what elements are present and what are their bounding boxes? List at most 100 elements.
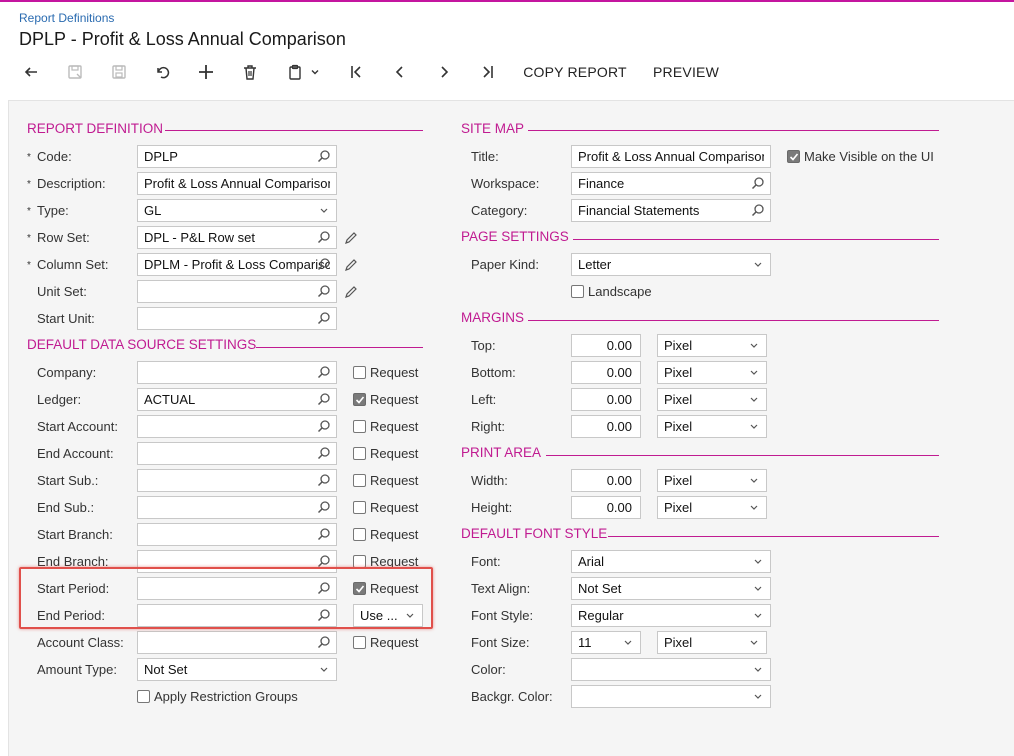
chevron-down-icon[interactable] [751,662,766,677]
chevron-down-icon[interactable] [751,689,766,704]
preview-button[interactable]: PREVIEW [650,58,722,86]
chevron-down-icon[interactable] [751,581,766,596]
margin-bottom-input[interactable]: 0.00 [571,361,641,384]
margin-right-input[interactable]: 0.00 [571,415,641,438]
undo-button[interactable] [149,58,175,86]
edit-row-set-pencil-icon[interactable] [344,231,358,245]
account-class-request-checkbox[interactable]: Request [353,635,418,650]
end-account-input[interactable] [137,442,337,465]
make-visible-checkbox[interactable]: Make Visible on the UI [787,149,934,164]
chevron-down-icon[interactable] [747,392,762,407]
category-input[interactable]: Financial Statements [571,199,771,222]
chevron-down-icon[interactable] [747,473,762,488]
paper-kind-select[interactable]: Letter [571,253,771,276]
chevron-down-icon[interactable] [747,500,762,515]
landscape-checkbox[interactable]: Landscape [571,284,652,299]
start-account-request-checkbox[interactable]: Request [353,419,418,434]
start-branch-input[interactable] [137,523,337,546]
margin-top-unit-select[interactable]: Pixel [657,334,767,357]
chevron-down-icon[interactable] [747,419,762,434]
start-sub-request-checkbox[interactable]: Request [353,473,418,488]
chevron-down-icon[interactable] [747,338,762,353]
search-icon[interactable] [317,527,332,542]
title-input[interactable]: Profit & Loss Annual Comparison [571,145,771,168]
workspace-input[interactable]: Finance [571,172,771,195]
search-icon[interactable] [317,446,332,461]
font-style-select[interactable]: Regular [571,604,771,627]
margin-left-input[interactable]: 0.00 [571,388,641,411]
chevron-down-icon[interactable] [317,203,332,218]
search-icon[interactable] [317,500,332,515]
first-record-button[interactable] [343,58,369,86]
width-unit-select[interactable]: Pixel [657,469,767,492]
chevron-down-icon[interactable] [751,608,766,623]
add-button[interactable] [193,58,219,86]
chevron-down-icon[interactable] [317,662,332,677]
margin-right-unit-select[interactable]: Pixel [657,415,767,438]
description-value: Profit & Loss Annual Comparison [144,176,330,191]
search-icon[interactable] [317,635,332,650]
previous-record-button[interactable] [387,58,413,86]
chevron-down-icon[interactable] [751,554,766,569]
row-set-input[interactable]: DPL - P&L Row set [137,226,337,249]
search-icon[interactable] [317,365,332,380]
delete-button[interactable] [237,58,263,86]
type-select[interactable]: GL [137,199,337,222]
search-icon[interactable] [317,392,332,407]
end-sub-input[interactable] [137,496,337,519]
search-icon[interactable] [317,149,332,164]
search-icon[interactable] [317,419,332,434]
font-select[interactable]: Arial [571,550,771,573]
save-button[interactable] [106,58,132,86]
end-sub-request-checkbox[interactable]: Request [353,500,418,515]
search-icon[interactable] [751,176,766,191]
company-input[interactable] [137,361,337,384]
height-input[interactable]: 0.00 [571,496,641,519]
search-icon[interactable] [317,311,332,326]
margin-top-input[interactable]: 0.00 [571,334,641,357]
color-select[interactable] [571,658,771,681]
copy-report-button[interactable]: COPY REPORT [522,58,628,86]
font-size-unit-select[interactable]: Pixel [657,631,767,654]
end-account-request-checkbox[interactable]: Request [353,446,418,461]
column-set-input[interactable]: DPLM - Profit & Loss Comparison [137,253,337,276]
search-icon[interactable] [751,203,766,218]
chevron-down-icon[interactable] [621,635,636,650]
height-unit-select[interactable]: Pixel [657,496,767,519]
search-icon[interactable] [317,473,332,488]
start-account-input[interactable] [137,415,337,438]
ledger-input[interactable]: ACTUAL [137,388,337,411]
margin-left-unit-select[interactable]: Pixel [657,388,767,411]
chevron-down-icon[interactable] [751,257,766,272]
start-branch-request-checkbox[interactable]: Request [353,527,418,542]
code-input[interactable]: DPLP [137,145,337,168]
search-icon[interactable] [317,257,332,272]
apply-restriction-groups-checkbox[interactable]: Apply Restriction Groups [137,689,298,704]
last-record-button[interactable] [475,58,501,86]
edit-column-set-pencil-icon[interactable] [344,258,358,272]
chevron-down-icon[interactable] [747,365,762,380]
ledger-request-checkbox[interactable]: Request [353,392,418,407]
width-input[interactable]: 0.00 [571,469,641,492]
save-close-button[interactable] [62,58,88,86]
unit-set-input[interactable] [137,280,337,303]
search-icon[interactable] [317,284,332,299]
edit-unit-set-pencil-icon[interactable] [344,285,358,299]
description-input[interactable]: Profit & Loss Annual Comparison [137,172,337,195]
account-class-input[interactable] [137,631,337,654]
next-record-button[interactable] [431,58,457,86]
margin-bottom-unit-select[interactable]: Pixel [657,361,767,384]
text-align-select[interactable]: Not Set [571,577,771,600]
amount-type-select[interactable]: Not Set [137,658,337,681]
breadcrumb[interactable]: Report Definitions [19,11,114,25]
clipboard-menu-button[interactable] [280,58,326,86]
start-unit-input[interactable] [137,307,337,330]
search-icon[interactable] [317,230,332,245]
company-request-checkbox[interactable]: Request [353,365,418,380]
start-sub-input[interactable] [137,469,337,492]
backgr-color-select[interactable] [571,685,771,708]
back-button[interactable] [18,58,44,86]
font-size-select[interactable]: 11 [571,631,641,654]
chevron-down-icon[interactable] [747,635,762,650]
row-set-value: DPL - P&L Row set [144,230,256,245]
